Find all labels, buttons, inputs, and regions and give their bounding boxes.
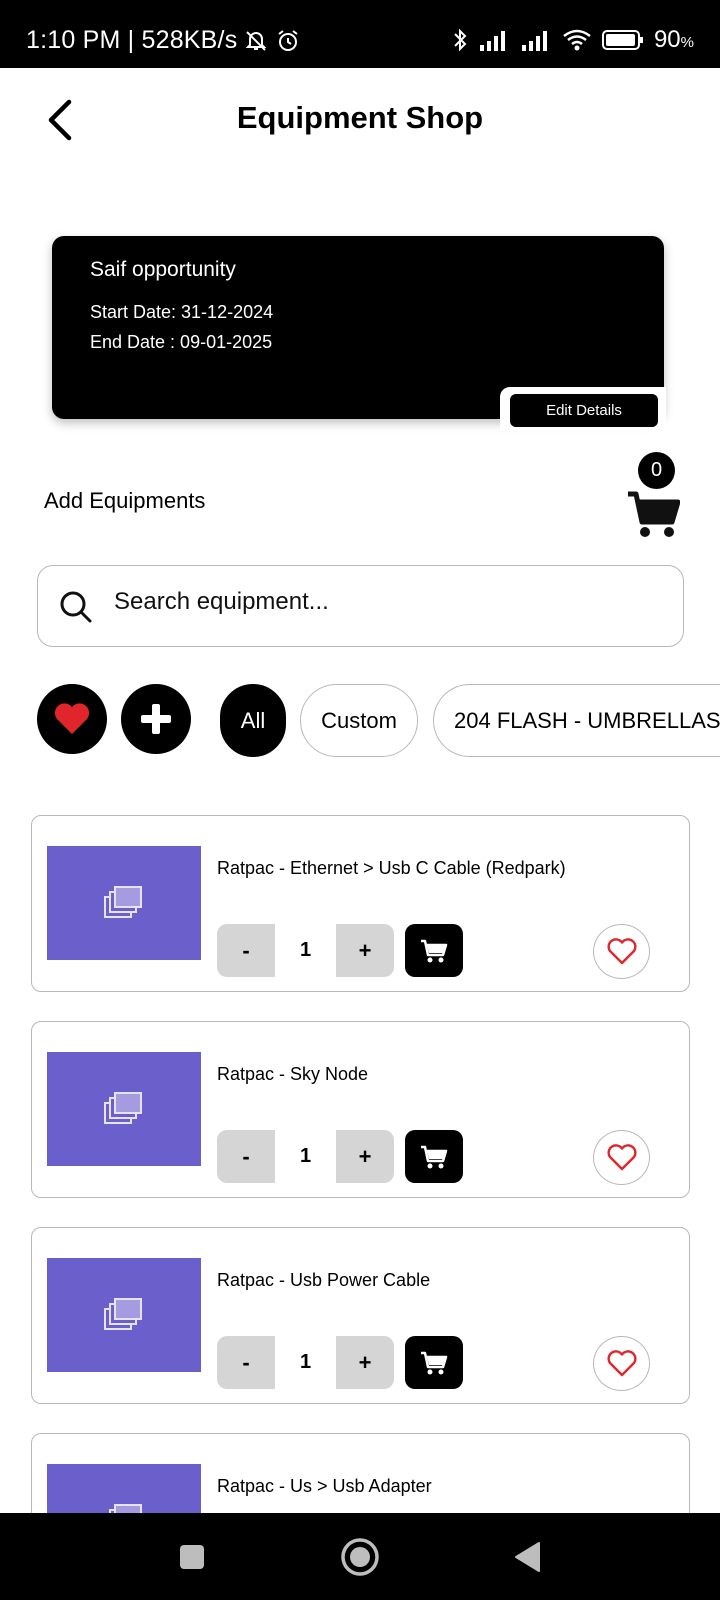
section-title: Add Equipments xyxy=(44,488,206,513)
filter-chip-custom[interactable]: Custom xyxy=(300,684,418,757)
cart-icon xyxy=(628,491,680,537)
product-card: Ratpac - Ethernet > Usb C Cable (Redpark… xyxy=(31,815,690,992)
status-right: 90% xyxy=(452,26,694,54)
increase-quantity-button[interactable]: + xyxy=(336,924,394,977)
search-icon xyxy=(60,591,92,623)
home-circle-icon xyxy=(341,1538,379,1576)
decrease-quantity-button[interactable]: - xyxy=(217,1336,275,1389)
status-bar: 1:10 PM | 528KB/s 90% xyxy=(0,0,720,68)
cart-button[interactable]: 0 xyxy=(626,452,682,544)
alarm-icon xyxy=(275,28,301,54)
heart-outline-icon xyxy=(606,1143,637,1170)
heart-outline-icon xyxy=(606,1349,637,1376)
image-placeholder-icon xyxy=(104,1298,142,1330)
filter-chip-category[interactable]: 204 FLASH - UMBRELLAS / xyxy=(433,684,720,757)
quantity-stepper: - 1 + xyxy=(217,1130,394,1183)
mute-bell-icon xyxy=(243,28,269,54)
product-name: Ratpac - Sky Node xyxy=(217,1064,369,1084)
cart-icon xyxy=(421,1145,448,1168)
search-input[interactable]: Search equipment... xyxy=(114,588,329,616)
event-name: Saif opportunity xyxy=(90,258,236,281)
signal-icon xyxy=(478,29,510,51)
favorite-button[interactable] xyxy=(593,1336,650,1391)
event-start-date: Start Date: 31-12-2024 xyxy=(90,302,274,322)
product-name: Ratpac - Us > Usb Adapter xyxy=(217,1476,432,1496)
battery-percent: 90 xyxy=(653,26,681,53)
wifi-icon xyxy=(562,28,592,52)
plus-icon xyxy=(141,704,171,734)
back-nav-button[interactable] xyxy=(506,1535,550,1579)
decrease-quantity-button[interactable]: - xyxy=(217,1130,275,1183)
heart-outline-icon xyxy=(606,937,637,964)
add-custom-button[interactable] xyxy=(121,684,191,754)
cart-icon xyxy=(421,1351,448,1374)
quantity-stepper: - 1 + xyxy=(217,1336,394,1389)
product-card: Ratpac - Sky Node - 1 + xyxy=(31,1021,690,1198)
product-thumbnail xyxy=(47,846,201,960)
quantity-value[interactable]: 1 xyxy=(275,1336,336,1389)
triangle-back-icon xyxy=(515,1542,540,1572)
quantity-value[interactable]: 1 xyxy=(275,924,336,977)
heart-filled-icon xyxy=(54,703,90,734)
product-name: Ratpac - Ethernet > Usb C Cable (Redpark… xyxy=(217,858,566,878)
home-button[interactable] xyxy=(338,1535,382,1579)
favorite-button[interactable] xyxy=(593,1130,650,1185)
battery-unit: % xyxy=(680,34,694,51)
status-time: 1:10 PM | 528KB/s xyxy=(26,26,238,54)
recent-apps-button[interactable] xyxy=(170,1535,214,1579)
product-name: Ratpac - Usb Power Cable xyxy=(217,1270,431,1290)
system-nav-bar xyxy=(0,1513,720,1600)
add-to-cart-button[interactable] xyxy=(405,1130,463,1183)
status-left: 1:10 PM | 528KB/s xyxy=(26,26,301,55)
increase-quantity-button[interactable]: + xyxy=(336,1336,394,1389)
image-placeholder-icon xyxy=(104,1092,142,1124)
app-bar: Equipment Shop xyxy=(0,68,720,172)
product-thumbnail xyxy=(47,1052,201,1166)
product-card: Ratpac - Usb Power Cable - 1 + xyxy=(31,1227,690,1404)
bluetooth-icon xyxy=(452,27,468,53)
filter-chip-all[interactable]: All xyxy=(220,684,286,757)
square-icon xyxy=(180,1545,204,1569)
cart-count-badge: 0 xyxy=(638,452,675,489)
search-box[interactable]: Search equipment... xyxy=(37,565,684,647)
battery-icon xyxy=(601,29,644,51)
add-to-cart-button[interactable] xyxy=(405,1336,463,1389)
decrease-quantity-button[interactable]: - xyxy=(217,924,275,977)
quantity-value[interactable]: 1 xyxy=(275,1130,336,1183)
signal-icon-2 xyxy=(520,29,552,51)
cart-icon xyxy=(421,939,448,962)
product-thumbnail xyxy=(47,1258,201,1372)
edit-details-button[interactable]: Edit Details xyxy=(510,394,658,427)
favorite-button[interactable] xyxy=(593,924,650,979)
event-end-date: End Date : 09-01-2025 xyxy=(90,332,273,352)
battery-level: 90% xyxy=(654,26,694,54)
image-placeholder-icon xyxy=(104,886,142,918)
add-to-cart-button[interactable] xyxy=(405,924,463,977)
favorites-filter-button[interactable] xyxy=(37,684,107,754)
quantity-stepper: - 1 + xyxy=(217,924,394,977)
increase-quantity-button[interactable]: + xyxy=(336,1130,394,1183)
page-title: Equipment Shop xyxy=(236,100,484,135)
